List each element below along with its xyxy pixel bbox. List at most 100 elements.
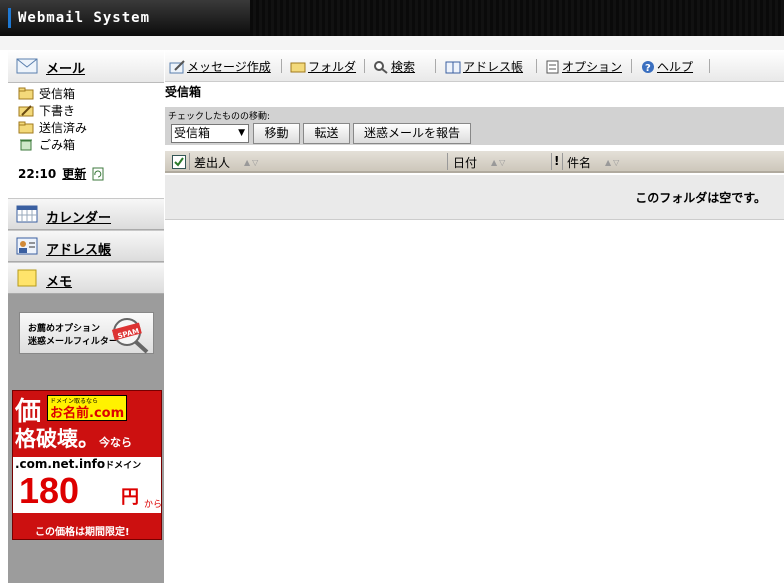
options-button[interactable]: オプション [546, 58, 622, 75]
folder-inbox[interactable]: 受信箱 [18, 85, 75, 102]
help-button[interactable]: ? ヘルプ [641, 58, 693, 75]
column-divider [447, 153, 448, 170]
promo-line2: 迷惑メールフィルター [28, 337, 118, 347]
refresh-icon[interactable] [92, 167, 104, 181]
refresh-link[interactable]: 更新 [62, 165, 86, 182]
sort-icon: ▲▽ [491, 158, 508, 167]
ad-brand-box: ドメイン取るなら お名前.com [47, 395, 127, 421]
header-gap [0, 36, 784, 50]
ad-price-panel: .com.net.infoドメイン 180 円 から [13, 457, 162, 513]
toolbar-divider [536, 59, 537, 73]
move-button[interactable]: 移動 [253, 123, 300, 144]
ad-kara: から [144, 500, 162, 510]
search-button[interactable]: 検索 [373, 58, 415, 75]
report-spam-button[interactable]: 迷惑メールを報告 [353, 123, 471, 144]
move-select-value: 受信箱 [174, 126, 211, 140]
toolbar-divider [281, 59, 282, 73]
svg-text:?: ? [645, 63, 651, 74]
folder-icon [290, 62, 306, 73]
select-all-checkbox[interactable] [172, 155, 186, 169]
sort-icon: ▲▽ [244, 158, 261, 167]
column-divider [551, 153, 552, 170]
column-sender[interactable]: 差出人 ▲▽ [194, 154, 260, 171]
empty-folder-notice: このフォルダは空です。 [165, 175, 784, 220]
inbox-folder-icon [18, 87, 34, 100]
folder-sent[interactable]: 送信済み [18, 119, 87, 136]
sent-folder-icon [18, 121, 34, 134]
column-label: 日付 [453, 156, 478, 170]
action-bar: チェックしたものの移動: 受信箱 ▼ 移動 転送 迷惑メールを報告 [165, 107, 784, 145]
folder-list: 受信箱 下書き 送信済み ごみ箱 22:10 更新 [8, 83, 164, 198]
compose-icon [169, 59, 185, 73]
folder-label: 下書き [39, 104, 76, 118]
spam-filter-promo[interactable]: お薦めオプション 迷惑メールフィルター SPAM [19, 312, 154, 354]
calendar-icon [16, 205, 38, 223]
folder-title: 受信箱 [165, 85, 202, 99]
refresh-time: 22:10 [18, 166, 57, 181]
help-icon: ? [642, 60, 654, 74]
memo-icon [17, 269, 37, 287]
sidebar-item-calendar[interactable]: カレンダー [8, 198, 164, 230]
folder-label: 受信箱 [39, 87, 76, 101]
ad-headline-suffix: 今なら [99, 436, 132, 449]
sort-icon: ▲▽ [605, 158, 622, 167]
app-header: Webmail System [0, 0, 784, 36]
folder-drafts[interactable]: 下書き [18, 102, 75, 119]
sidebar-item-label: カレンダー [46, 211, 112, 226]
drafts-folder-icon [18, 105, 34, 117]
column-subject[interactable]: 件名 ▲▽ [567, 154, 621, 171]
toolbar-label: ヘルプ [657, 60, 694, 74]
ad-price: 180 [19, 470, 80, 511]
sidebar-mail-header[interactable]: メール [8, 50, 164, 83]
header-texture [250, 0, 784, 36]
compose-button[interactable]: メッセージ作成 [169, 58, 271, 75]
addressbook-icon [16, 237, 38, 255]
envelope-icon [16, 58, 38, 74]
last-refresh: 22:10 更新 [18, 165, 104, 182]
toolbar-label: アドレス帳 [463, 60, 524, 74]
forward-button[interactable]: 転送 [303, 123, 350, 144]
folder-button[interactable]: フォルダ [290, 58, 356, 75]
ad-footer: この価格は期間限定! [35, 527, 130, 538]
spam-magnifier-icon: SPAM [111, 318, 149, 354]
sidebar-item-memo[interactable]: メモ [8, 262, 164, 294]
book-icon [445, 61, 461, 73]
toolbar-label: オプション [562, 60, 623, 74]
toolbar-divider [631, 59, 632, 73]
column-date[interactable]: 日付 ▲▽ [453, 154, 507, 171]
column-label: 件名 [567, 156, 592, 170]
move-folder-select[interactable]: 受信箱 ▼ [171, 124, 249, 143]
sidebar-item-addressbook[interactable]: アドレス帳 [8, 230, 164, 262]
header-accent [8, 8, 11, 28]
toolbar-divider [435, 59, 436, 73]
ad-brand: お名前.com [50, 406, 125, 421]
chevron-down-icon: ▼ [238, 128, 245, 138]
column-divider [189, 153, 190, 170]
toolbar-label: メッセージ作成 [187, 60, 271, 74]
ad-headline-text: 格破壊。 [15, 426, 99, 451]
toolbar-divider [364, 59, 365, 73]
sidebar: メール 受信箱 下書き 送信済み ごみ箱 22:10 更新 カレンダー アドレス… [8, 50, 164, 583]
toolbar-label: 検索 [391, 60, 416, 74]
sidebar-item-label: アドレス帳 [46, 243, 112, 258]
folder-label: ごみ箱 [39, 138, 76, 152]
ad-yen: 円 [121, 487, 139, 508]
options-icon [546, 60, 559, 73]
empty-message: このフォルダは空です。 [635, 191, 766, 205]
toolbar-divider [709, 59, 710, 73]
ad-domains-suffix: ドメイン [105, 461, 142, 471]
column-priority[interactable]: ! [554, 154, 559, 168]
sidebar-item-mail[interactable]: メール [46, 58, 85, 77]
toolbar-label: フォルダ [308, 60, 357, 74]
move-label: チェックしたものの移動: [168, 112, 271, 122]
column-label: 差出人 [194, 156, 231, 170]
message-list-header: 差出人 ▲▽ 日付 ▲▽ ! 件名 ▲▽ [165, 151, 784, 173]
folder-trash[interactable]: ごみ箱 [18, 136, 75, 153]
folder-label: 送信済み [39, 121, 88, 135]
ad-domains-text: .com.net.info [15, 457, 106, 471]
ad-domains: .com.net.infoドメイン [15, 457, 141, 471]
domain-ad-banner[interactable]: 価 ドメイン取るなら お名前.com 格破壊。今なら .com.net.info… [12, 390, 162, 540]
addressbook-button[interactable]: アドレス帳 [445, 58, 523, 75]
app-title: Webmail System [18, 10, 151, 26]
column-divider [562, 153, 563, 170]
